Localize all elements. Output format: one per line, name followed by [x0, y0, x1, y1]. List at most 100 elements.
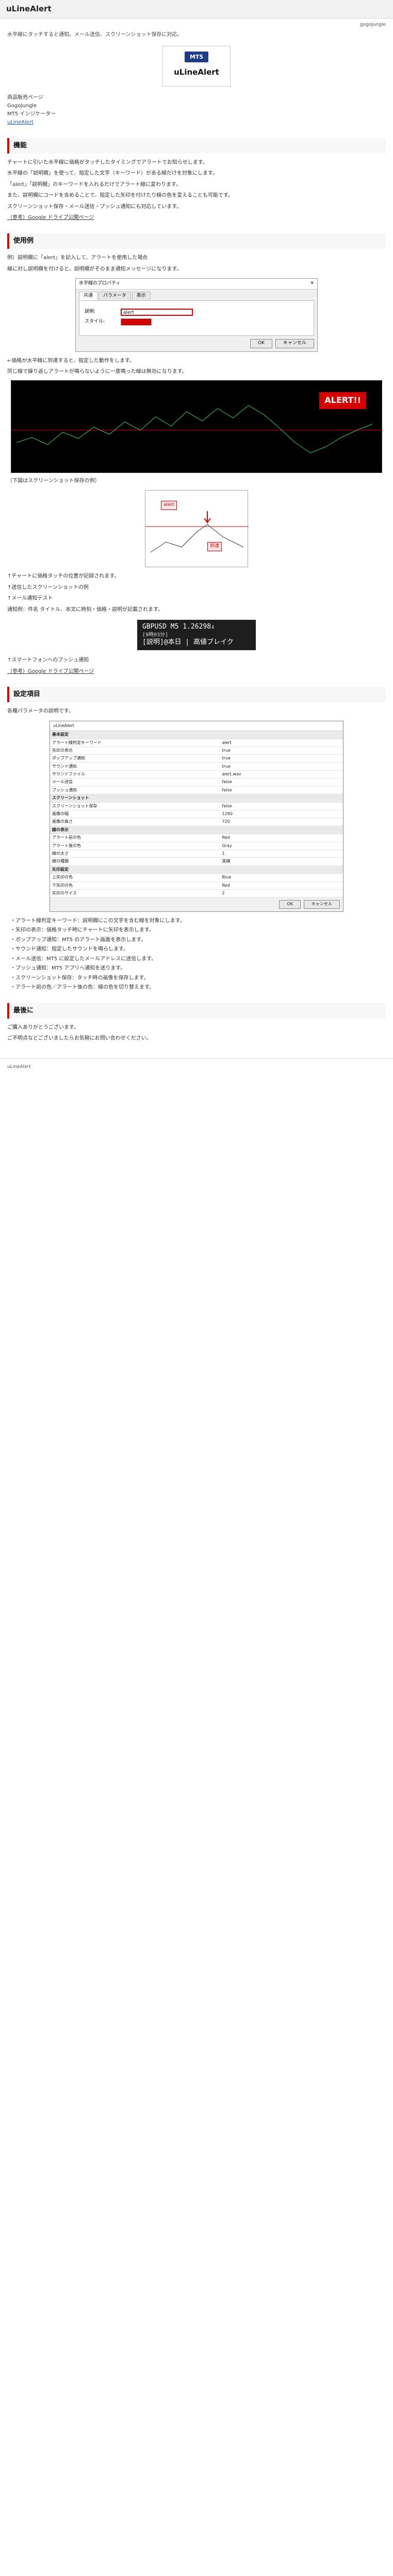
tab-parameters[interactable]: パラメータ [99, 291, 131, 300]
description-field[interactable]: alert [121, 308, 193, 316]
settings-row[interactable]: サウンドファイル alert.wav [50, 770, 343, 779]
dialog-body: 説明: alert スタイル: [79, 300, 314, 336]
setting-key: 線の太さ [50, 850, 220, 858]
tab-common[interactable]: 共通 [79, 291, 98, 300]
settings-row[interactable]: 画像の幅 1280 [50, 810, 343, 819]
setting-value[interactable]: Red [220, 834, 343, 842]
settings-row[interactable]: 矢印のサイズ 2 [50, 889, 343, 898]
setting-key: 矢印の表示 [50, 747, 220, 755]
drive-link[interactable]: （参考）Google ドライブ公開ページ [7, 214, 386, 222]
setting-value[interactable]: false [220, 786, 343, 795]
settings-row[interactable]: アラート前の色 Red [50, 834, 343, 842]
setting-value[interactable]: true [220, 762, 343, 771]
paragraph: 線に対し説明欄を付けると、説明欄がそのまま通知メッセージになります。 [7, 266, 182, 272]
info-line: 商品販売ページ [7, 94, 43, 100]
setting-value [220, 794, 343, 803]
ok-button[interactable]: OK [250, 338, 272, 348]
setting-key: スクリーンショット [50, 794, 220, 803]
settings-row[interactable]: 矢印の表示 true [50, 747, 343, 755]
setting-value[interactable]: 実線 [220, 857, 343, 866]
settings-dialog: uLineAlert 基本設定 アラート線判定キーワード alert 矢印の表示 tru… [50, 720, 343, 912]
paragraph: （下図はスクリーンショット保存の例） [7, 478, 100, 484]
settings-titlebar: uLineAlert [50, 721, 343, 732]
setting-value[interactable]: Gray [220, 842, 343, 851]
setting-key: 上矢印の色 [50, 873, 220, 882]
line-properties-dialog: 水平線のプロパティ ✕ 共通 パラメータ 表示 説明: alert スタイル: … [75, 278, 318, 352]
product-name: uLineAlert [174, 67, 219, 77]
setting-key: アラート後の色 [50, 842, 220, 851]
setting-value[interactable]: 1280 [220, 810, 343, 819]
setting-value[interactable]: 1 [220, 850, 343, 858]
cancel-button[interactable]: キャンセル [275, 338, 314, 348]
settings-row[interactable]: ポップアップ通知 true [50, 754, 343, 763]
settings-row[interactable]: 画像の高さ 720 [50, 818, 343, 826]
setting-value[interactable]: false [220, 778, 343, 787]
settings-row[interactable]: 線の種類 実線 [50, 857, 343, 866]
setting-value[interactable]: Red [220, 882, 343, 890]
parameter-item: ・スクリーンショット保存：タッチ時の画像を保存します。 [10, 975, 149, 981]
description-row: 説明: alert [85, 308, 308, 316]
section-heading-usage: 使用例 [7, 233, 386, 249]
paragraph: ご不明点などございましたらお気軽にお問い合わせください。 [7, 1036, 152, 1042]
section-heading-settings: 設定項目 [7, 687, 386, 703]
setting-value[interactable]: false [220, 802, 343, 811]
settings-section-row: 基本設定 [50, 731, 343, 739]
reach-tag: 到達 [207, 542, 222, 552]
paragraph: スクリーンショット保存・メール送信・プッシュ通知にも対応しています。 [7, 204, 182, 210]
style-label: スタイル: [85, 318, 105, 324]
setting-value [220, 731, 343, 739]
settings-row[interactable]: アラート後の色 Gray [50, 842, 343, 851]
setting-value[interactable]: true [220, 754, 343, 763]
paragraph: 通知例：件名 タイトル、本文に時刻・価格・説明が記載されます。 [7, 606, 163, 613]
setting-value[interactable]: 2 [220, 889, 343, 898]
style-row: スタイル: [85, 318, 308, 326]
keyword-tag: alert [161, 501, 177, 511]
paragraph: 例）説明欄に「alert」を記入して、アラートを使用した場合 [7, 255, 148, 261]
drive-link[interactable]: （参考）Google ドライブ公開ページ [7, 668, 386, 676]
info-line: GogoJungle [7, 103, 37, 109]
color-picker[interactable] [121, 318, 152, 326]
product-link[interactable]: uLineAlert [7, 118, 386, 127]
settings-row[interactable]: プッシュ通知 false [50, 786, 343, 795]
arrow-down-icon [204, 511, 211, 524]
setting-key: メール送信 [50, 778, 220, 787]
setting-key: スクリーンショット保存 [50, 802, 220, 811]
settings-row[interactable]: 上矢印の色 Blue [50, 873, 343, 882]
setting-value[interactable]: alert [220, 739, 343, 747]
setting-value[interactable]: alert.wav [220, 770, 343, 779]
price-line [16, 405, 373, 453]
setting-value[interactable]: 720 [220, 818, 343, 826]
setting-key: 矢印のサイズ [50, 889, 220, 898]
tab-visualization[interactable]: 表示 [132, 291, 151, 300]
settings-row[interactable]: 線の太さ 1 [50, 850, 343, 858]
paragraph-highlight: また、説明欄にコードを含めることで、指定した矢印を付けたり線の色を変えることも可… [7, 193, 233, 199]
dialog-title: 水平線のプロパティ [79, 281, 121, 286]
setting-key: アラート線判定キーワード [50, 739, 220, 747]
settings-row[interactable]: 下矢印の色 Red [50, 882, 343, 890]
settings-section-row: 矢印設定 [50, 866, 343, 874]
page: uLineAlert gogojungle 水平線にタッチすると通知。メール送信… [0, 0, 393, 1087]
setting-key: サウンドファイル [50, 770, 220, 779]
cancel-button[interactable]: キャンセル [304, 900, 340, 909]
dialog-buttons: OK キャンセル [76, 338, 314, 348]
setting-key: ポップアップ通知 [50, 754, 220, 763]
info-line: MT5 インジケーター [7, 111, 56, 117]
settings-buttons: OK キャンセル [50, 897, 343, 911]
ok-button[interactable]: OK [279, 900, 301, 909]
settings-row[interactable]: サウンド通知 true [50, 762, 343, 771]
setting-key: アラート前の色 [50, 834, 220, 842]
settings-row[interactable]: アラート線判定キーワード alert [50, 739, 343, 747]
alert-label: ALERT!! [319, 392, 366, 409]
settings-row[interactable]: スクリーンショット保存 false [50, 802, 343, 811]
setting-value[interactable]: true [220, 747, 343, 755]
content: gogojungle 水平線にタッチすると通知。メール送信、スクリーンショット保… [0, 22, 393, 1043]
zoom-screenshot: alert 到達 [145, 490, 249, 568]
paragraph: ↑スマートフォンへのプッシュ通知 [7, 657, 89, 664]
site-title[interactable]: uLineAlert [6, 3, 52, 15]
parameter-item: ・アラート前の色／アラート後の色：線の色を切り替えます。 [10, 985, 154, 991]
setting-key: 線の種類 [50, 857, 220, 866]
notify-line: GBPUSD M5 1.26298↓ [142, 623, 215, 631]
settings-row[interactable]: メール送信 false [50, 778, 343, 787]
setting-value[interactable]: Blue [220, 873, 343, 882]
close-icon[interactable]: ✕ [310, 280, 314, 287]
